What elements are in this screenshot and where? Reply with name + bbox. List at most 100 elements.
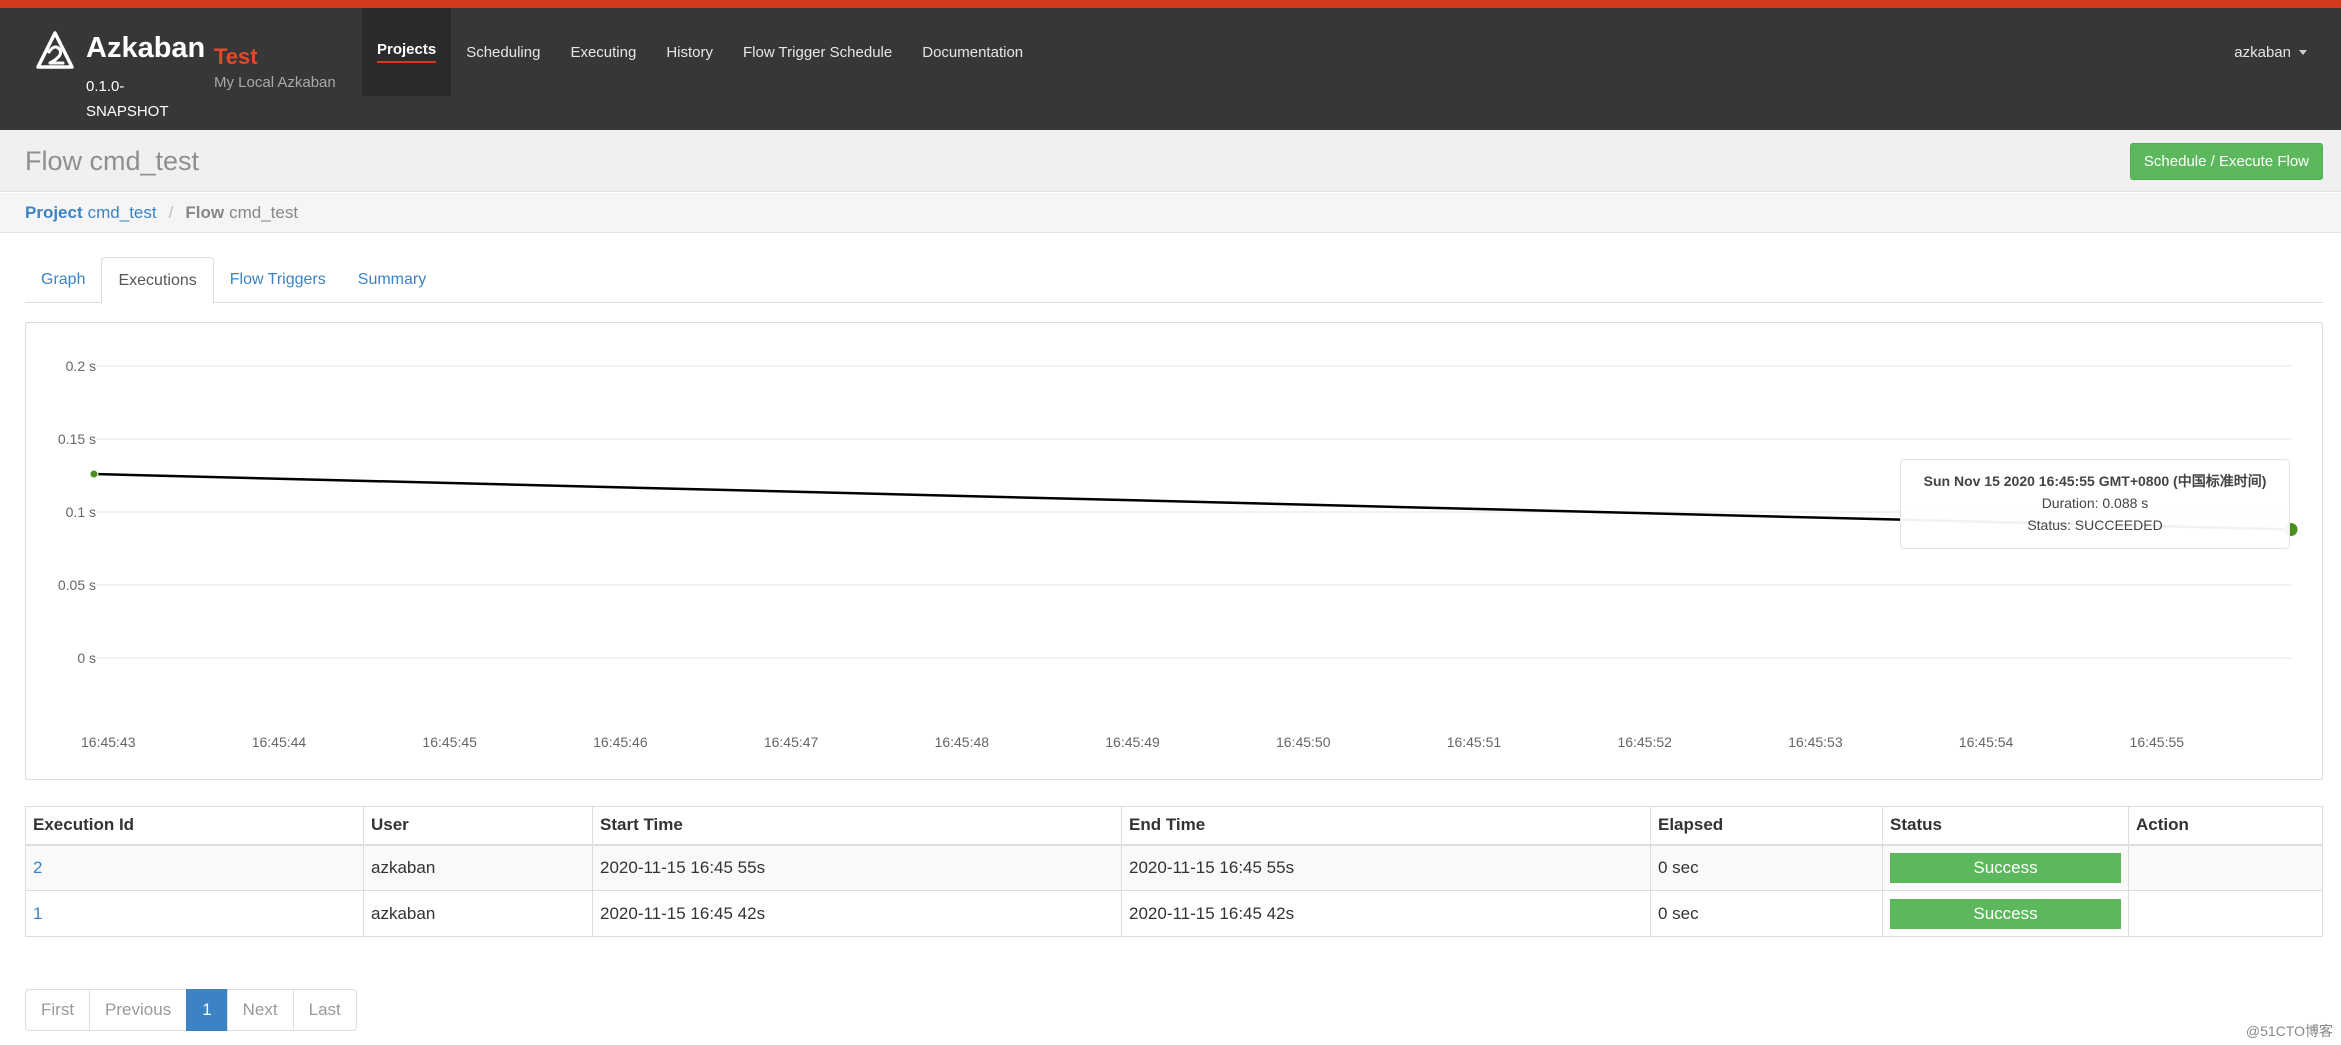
- executions-table: Execution Id User Start Time End Time El…: [25, 806, 2323, 937]
- breadcrumb-project-name: cmd_test: [87, 203, 157, 222]
- y-tick-label: 0.2 s: [66, 358, 96, 374]
- cell-user: azkaban: [363, 844, 593, 891]
- nav-projects-label: Projects: [377, 41, 437, 63]
- breadcrumb-flow: Flow cmd_test: [185, 203, 298, 223]
- pagination-current-page[interactable]: 1: [186, 989, 228, 1031]
- nav-flow-trigger-schedule-label: Flow Trigger Schedule: [742, 43, 893, 61]
- cell-action: [2128, 890, 2323, 937]
- main-nav: Projects Scheduling Executing History Fl…: [362, 8, 1038, 96]
- page-title: Flow cmd_test: [25, 146, 200, 176]
- y-tick-label: 0.15 s: [58, 431, 96, 447]
- cell-end-time: 2020-11-15 16:45 42s: [1121, 890, 1651, 937]
- cell-status: Success: [1882, 844, 2129, 891]
- cell-user: azkaban: [363, 890, 593, 937]
- column-header-execution-id: Execution Id: [25, 806, 364, 846]
- navbar: Azkaban 0.1.0-SNAPSHOT Test My Local Azk…: [0, 8, 2341, 130]
- caret-down-icon: [2299, 49, 2307, 55]
- pagination-last[interactable]: Last: [292, 989, 357, 1031]
- nav-history[interactable]: History: [651, 8, 728, 96]
- x-tick-label: 16:45:54: [1959, 734, 2014, 750]
- x-tick-label: 16:45:48: [935, 734, 990, 750]
- nav-scheduling[interactable]: Scheduling: [451, 8, 555, 96]
- cell-elapsed: 0 sec: [1650, 844, 1883, 891]
- x-tick-label: 16:45:49: [1105, 734, 1160, 750]
- breadcrumb: Project cmd_test / Flow cmd_test: [25, 203, 298, 223]
- chart-tooltip: Sun Nov 15 2020 16:45:55 GMT+0800 (中国标准时…: [1900, 459, 2290, 549]
- x-tick-label: 16:45:44: [252, 734, 307, 750]
- top-accent-line: [0, 0, 2341, 8]
- execution-id-link[interactable]: 1: [33, 904, 42, 923]
- pagination-previous[interactable]: Previous: [89, 989, 188, 1031]
- azkaban-logo-icon: [36, 31, 74, 69]
- tooltip-duration: Duration: 0.088 s: [2041, 495, 2149, 511]
- cell-elapsed: 0 sec: [1650, 890, 1883, 937]
- tab-graph[interactable]: Graph: [25, 257, 101, 303]
- column-header-action: Action: [2128, 806, 2323, 846]
- cell-status: Success: [1882, 890, 2129, 937]
- brand-version: 0.1.0-SNAPSHOT: [86, 78, 169, 120]
- cell-action: [2128, 844, 2323, 891]
- tab-flow-triggers[interactable]: Flow Triggers: [214, 257, 342, 303]
- column-header-elapsed: Elapsed: [1650, 806, 1883, 846]
- user-name: azkaban: [2234, 43, 2291, 61]
- breadcrumb-separator: /: [168, 203, 174, 222]
- x-tick-label: 16:45:52: [1617, 734, 1672, 750]
- tooltip-status: Status: SUCCEEDED: [2027, 517, 2163, 533]
- x-tick-label: 16:45:43: [81, 734, 136, 750]
- table-header-row: Execution Id User Start Time End Time El…: [25, 806, 2323, 846]
- data-point: [89, 469, 99, 479]
- page-header: Flow cmd_test Schedule / Execute Flow: [0, 130, 2341, 192]
- nav-projects[interactable]: Projects: [362, 8, 452, 96]
- environment-name: Test: [214, 44, 258, 69]
- nav-executing[interactable]: Executing: [555, 8, 651, 96]
- execution-id-link[interactable]: 2: [33, 858, 42, 877]
- tab-executions[interactable]: Executions: [101, 257, 214, 304]
- table-row: 2 azkaban 2020-11-15 16:45 55s 2020-11-1…: [25, 844, 2323, 891]
- x-tick-label: 16:45:55: [2130, 734, 2185, 750]
- breadcrumb-flow-name: cmd_test: [229, 203, 299, 222]
- status-badge: Success: [1890, 898, 2121, 929]
- flow-tabs: Graph Executions Flow Triggers Summary: [25, 257, 2323, 304]
- breadcrumb-project-key: Project: [25, 203, 83, 222]
- nav-history-label: History: [666, 43, 713, 61]
- breadcrumb-project[interactable]: Project cmd_test: [25, 203, 157, 223]
- x-tick-label: 16:45:53: [1788, 734, 1843, 750]
- x-tick-label: 16:45:51: [1447, 734, 1502, 750]
- table-row: 1 azkaban 2020-11-15 16:45 42s 2020-11-1…: [25, 890, 2323, 937]
- nav-documentation-label: Documentation: [922, 43, 1024, 61]
- column-header-user: User: [363, 806, 593, 846]
- execution-duration-chart-panel: 0.2 s 0.15 s 0.1 s 0.05 s 0 s 16:45:43 16:45:4…: [25, 322, 2323, 780]
- cell-end-time: 2020-11-15 16:45 55s: [1121, 844, 1651, 891]
- y-tick-label: 0 s: [77, 650, 96, 666]
- user-menu[interactable]: azkaban: [2234, 8, 2307, 96]
- x-tick-label: 16:45:46: [593, 734, 648, 750]
- tab-summary[interactable]: Summary: [342, 257, 442, 303]
- execution-duration-chart: 0.2 s 0.15 s 0.1 s 0.05 s 0 s 16:45:43 16:45:4…: [58, 358, 2299, 750]
- brand[interactable]: Azkaban 0.1.0-SNAPSHOT Test My Local Azk…: [34, 28, 374, 128]
- column-header-status: Status: [1882, 806, 2129, 846]
- x-tick-label: 16:45:47: [764, 734, 819, 750]
- y-tick-label: 0.1 s: [66, 504, 96, 520]
- status-badge: Success: [1890, 852, 2121, 883]
- nav-scheduling-label: Scheduling: [466, 43, 541, 61]
- nav-flow-trigger-schedule[interactable]: Flow Trigger Schedule: [728, 8, 907, 96]
- watermark: @51CTO博客: [2245, 1023, 2333, 1039]
- pagination-next[interactable]: Next: [226, 989, 294, 1031]
- environment-description: My Local Azkaban: [214, 74, 336, 91]
- column-header-start-time: Start Time: [592, 806, 1122, 846]
- nav-executing-label: Executing: [570, 43, 637, 61]
- cell-start-time: 2020-11-15 16:45 55s: [592, 844, 1122, 891]
- cell-execution-id: 1: [25, 890, 364, 937]
- brand-name: Azkaban: [86, 32, 206, 64]
- cell-execution-id: 2: [25, 844, 364, 891]
- tooltip-date: Sun Nov 15 2020 16:45:55 GMT+0800 (中国标准时…: [1923, 473, 2267, 489]
- pagination: First Previous 1 Next Last: [25, 989, 357, 1031]
- nav-documentation[interactable]: Documentation: [907, 8, 1038, 96]
- breadcrumb-bar: Project cmd_test / Flow cmd_test: [0, 193, 2341, 233]
- column-header-end-time: End Time: [1121, 806, 1651, 846]
- cell-start-time: 2020-11-15 16:45 42s: [592, 890, 1122, 937]
- y-tick-label: 0.05 s: [58, 577, 96, 593]
- pagination-first[interactable]: First: [25, 989, 91, 1031]
- x-tick-label: 16:45:45: [422, 734, 477, 750]
- schedule-execute-flow-button[interactable]: Schedule / Execute Flow: [2129, 143, 2323, 180]
